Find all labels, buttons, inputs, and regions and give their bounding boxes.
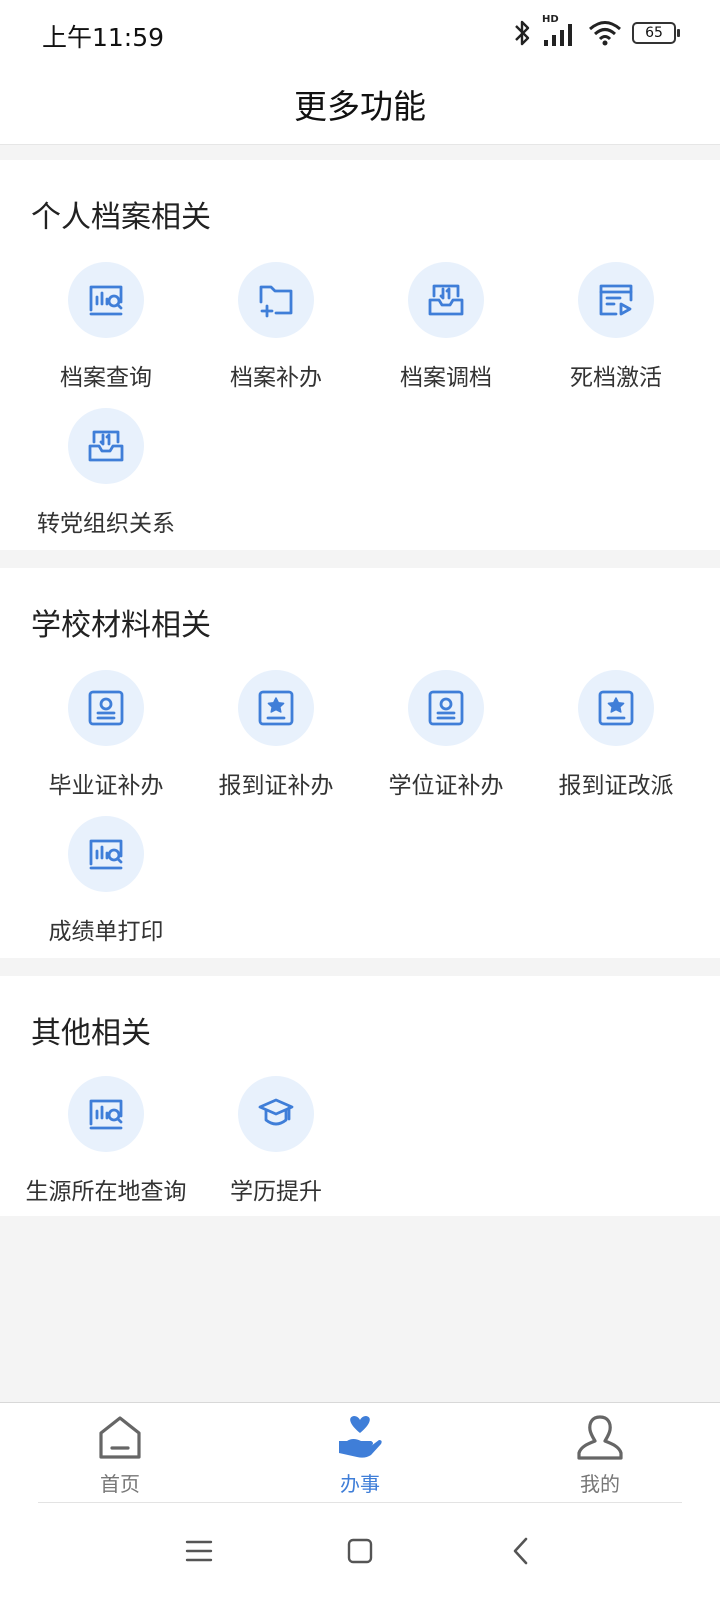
item-label: 学位证补办 bbox=[388, 773, 504, 799]
graduation-cap-icon bbox=[258, 1098, 294, 1126]
section-title: 学校材料相关 bbox=[31, 608, 211, 643]
inbox-transfer-icon bbox=[88, 430, 124, 462]
nav-bar: 更多功能 bbox=[0, 70, 720, 145]
certificate-star-icon bbox=[598, 690, 634, 726]
section-title: 其他相关 bbox=[31, 1016, 151, 1051]
certificate-person-icon bbox=[428, 690, 464, 726]
section-personal-archive: 个人档案相关 档案查询 档案补办 档案调档 死档激活 转党组织关系 bbox=[0, 160, 720, 550]
bluetooth-icon bbox=[515, 20, 530, 46]
battery-indicator: 65 bbox=[632, 22, 680, 44]
grid-item-education-upgrade[interactable]: 学历提升 bbox=[191, 1076, 361, 1216]
item-label: 报到证补办 bbox=[218, 773, 334, 799]
document-play-icon bbox=[599, 284, 633, 316]
item-label: 成绩单打印 bbox=[48, 919, 164, 945]
wifi-icon bbox=[589, 21, 621, 46]
item-label: 转党组织关系 bbox=[37, 511, 175, 537]
system-nav-bar bbox=[0, 1503, 720, 1600]
grid-item-degree-reissue[interactable]: 学位证补办 bbox=[361, 670, 531, 810]
tab-label: 办事 bbox=[340, 1472, 380, 1496]
item-label: 死档激活 bbox=[570, 365, 662, 391]
user-icon bbox=[577, 1415, 623, 1460]
menu-icon[interactable] bbox=[181, 1533, 217, 1569]
status-time: 上午11:59 bbox=[42, 23, 165, 52]
certificate-person-icon bbox=[88, 690, 124, 726]
grid-item-transcript-print[interactable]: 成绩单打印 bbox=[21, 816, 191, 956]
grid-item-party-transfer[interactable]: 转党组织关系 bbox=[21, 408, 191, 548]
tab-label: 首页 bbox=[100, 1472, 140, 1496]
bottom-tab-bar: 首页 办事 我的 bbox=[0, 1402, 720, 1503]
grid-item-archive-reissue[interactable]: 档案补办 bbox=[191, 262, 361, 402]
status-icons: HD 65 bbox=[512, 14, 680, 48]
grid-item-diploma-reissue[interactable]: 毕业证补办 bbox=[21, 670, 191, 810]
grid-item-archive-transfer[interactable]: 档案调档 bbox=[361, 262, 531, 402]
cellular-signal-icon: HD bbox=[542, 14, 578, 48]
chart-search-icon bbox=[89, 1099, 123, 1130]
item-label: 报到证改派 bbox=[558, 773, 674, 799]
page-title: 更多功能 bbox=[294, 87, 426, 126]
tab-services[interactable]: 办事 bbox=[240, 1403, 480, 1503]
grid-item-archive-query[interactable]: 档案查询 bbox=[21, 262, 191, 402]
chart-search-icon bbox=[89, 285, 123, 316]
home-icon bbox=[99, 1416, 141, 1459]
tab-label: 我的 bbox=[580, 1472, 620, 1496]
grid-item-archive-activate[interactable]: 死档激活 bbox=[531, 262, 701, 402]
hand-heart-icon bbox=[339, 1416, 382, 1458]
item-label: 学历提升 bbox=[230, 1179, 322, 1205]
section-title: 个人档案相关 bbox=[31, 200, 211, 235]
item-label: 档案查询 bbox=[60, 365, 152, 391]
tab-mine[interactable]: 我的 bbox=[480, 1403, 720, 1503]
grid-item-origin-query[interactable]: 生源所在地查询 bbox=[21, 1076, 191, 1216]
item-label: 生源所在地查询 bbox=[25, 1179, 187, 1205]
item-label: 档案补办 bbox=[230, 365, 322, 391]
section-school-materials: 学校材料相关 毕业证补办 报到证补办 学位证补办 报到证改派 成绩单打印 bbox=[0, 568, 720, 958]
grid-item-report-card-reassign[interactable]: 报到证改派 bbox=[531, 670, 701, 810]
folder-add-icon bbox=[259, 285, 293, 318]
chart-search-icon bbox=[89, 839, 123, 870]
inbox-transfer-icon bbox=[428, 284, 464, 316]
status-bar: 上午11:59 HD 65 bbox=[0, 0, 720, 70]
grid-item-report-card-reissue[interactable]: 报到证补办 bbox=[191, 670, 361, 810]
tab-home[interactable]: 首页 bbox=[0, 1403, 240, 1503]
back-icon[interactable] bbox=[504, 1533, 540, 1569]
certificate-star-icon bbox=[258, 690, 294, 726]
item-label: 毕业证补办 bbox=[48, 773, 164, 799]
item-label: 档案调档 bbox=[400, 365, 492, 391]
home-square-icon[interactable] bbox=[342, 1533, 378, 1569]
section-others: 其他相关 生源所在地查询 学历提升 bbox=[0, 976, 720, 1216]
